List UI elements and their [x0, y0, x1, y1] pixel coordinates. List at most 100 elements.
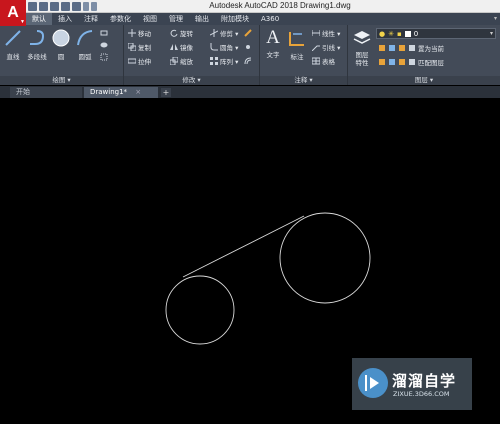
leader-label: 引线 ▾: [322, 44, 341, 52]
table-icon: [312, 57, 320, 65]
tab-manage[interactable]: 管理: [163, 13, 189, 25]
make-current-button[interactable]: 置为当前: [418, 43, 444, 53]
rectangle-icon: [100, 30, 108, 36]
fillet-label: 圆角 ▾: [220, 44, 239, 52]
pencil-icon: [244, 29, 252, 37]
tab-addins[interactable]: 附加模块: [215, 13, 255, 25]
leader-button[interactable]: 引线 ▾: [312, 42, 340, 52]
linear-button[interactable]: 线性 ▾: [312, 28, 340, 38]
polyline-button[interactable]: 多段线: [26, 28, 48, 61]
tab-default[interactable]: 默认: [26, 13, 52, 25]
layer-isolate-icon[interactable]: [388, 44, 396, 52]
line-button[interactable]: 直线: [2, 28, 24, 61]
circle-label: 圆: [57, 53, 65, 61]
scale-label: 缩放: [180, 58, 193, 66]
application-menu-button[interactable]: A ▼: [0, 0, 26, 26]
tab-a360[interactable]: A360: [255, 13, 285, 25]
line-label: 直线: [6, 53, 20, 61]
layers-icon: [353, 31, 371, 44]
offset-button[interactable]: [244, 56, 252, 66]
trim-button[interactable]: 修剪 ▾: [210, 28, 238, 38]
dimension-button[interactable]: 标注: [286, 28, 308, 61]
hatch-icon: [100, 42, 108, 48]
file-tab-bar: 开始 Drawing1* × +: [0, 86, 500, 98]
panel-layers: 图层 特性 ● ✳ ▪ 0 ▾ 置为当前 匹配图层 图层 ▾: [348, 25, 500, 85]
mirror-label: 镜像: [180, 44, 193, 52]
file-tab-start-label: 开始: [16, 88, 30, 96]
rotate-icon: [170, 29, 178, 37]
tab-parametric[interactable]: 参数化: [104, 13, 137, 25]
move-button[interactable]: 移动: [128, 28, 151, 38]
tab-insert[interactable]: 插入: [52, 13, 78, 25]
layer-unisolate-icon[interactable]: [388, 58, 396, 66]
arc-label: 圆弧: [78, 53, 92, 61]
ribbon-options-icon[interactable]: ▾: [494, 15, 497, 22]
watermark-subtitle: ZIXUE.3D66.COM: [393, 390, 450, 398]
fillet-icon: [210, 43, 218, 51]
panel-draw: 直线 多段线 圆 圆弧 绘图 ▾: [0, 25, 124, 85]
panel-annotation: A 文字 标注 线性 ▾ 引线 ▾ 表格 注释 ▾: [260, 25, 348, 85]
fillet-button[interactable]: 圆角 ▾: [210, 42, 238, 52]
table-label: 表格: [322, 58, 335, 66]
linear-dimension-icon: [312, 30, 320, 36]
layer-unlock-icon[interactable]: [408, 58, 416, 66]
layer-tools-row-2: 匹配图层: [378, 57, 444, 67]
circle-button[interactable]: 圆: [50, 28, 72, 61]
layer-on-icon[interactable]: [378, 58, 386, 66]
small-circle[interactable]: [165, 275, 235, 345]
dimension-label: 标注: [290, 53, 304, 61]
offset-icon: [244, 57, 252, 65]
explode-button[interactable]: [244, 42, 252, 52]
trim-icon: [210, 29, 218, 37]
tangent-line[interactable]: [182, 215, 305, 278]
large-circle[interactable]: [279, 212, 371, 304]
window-title: Autodesk AutoCAD 2018 Drawing1.dwg: [209, 1, 351, 10]
copy-label: 复制: [138, 44, 151, 52]
tab-output[interactable]: 输出: [189, 13, 215, 25]
draw-panel-title[interactable]: 绘图 ▾: [0, 76, 123, 85]
text-icon: A: [266, 27, 280, 48]
file-tab-start[interactable]: 开始: [10, 87, 82, 98]
app-logo-letter: A: [7, 4, 19, 21]
layer-freeze-icon[interactable]: [398, 44, 406, 52]
table-button[interactable]: 表格: [312, 56, 335, 66]
hatch-button[interactable]: [100, 40, 108, 50]
new-tab-button[interactable]: +: [161, 88, 171, 97]
trim-label: 修剪 ▾: [220, 30, 239, 38]
match-layer-button[interactable]: 匹配图层: [418, 57, 444, 67]
panel-modify: 移动 旋转 修剪 ▾ 复制 镜像 圆角 ▾ 拉伸 缩放 阵列 ▾ 修改 ▾: [124, 25, 260, 85]
modify-panel-title[interactable]: 修改 ▾: [124, 76, 259, 85]
layer-dropdown[interactable]: ● ✳ ▪ 0 ▾: [376, 28, 496, 39]
polyline-label: 多段线: [27, 53, 47, 61]
tab-annotate[interactable]: 注释: [78, 13, 104, 25]
layer-thaw-icon[interactable]: [398, 58, 406, 66]
array-button[interactable]: 阵列 ▾: [210, 56, 238, 66]
rotate-button[interactable]: 旋转: [170, 28, 193, 38]
layers-panel-title[interactable]: 图层 ▾: [348, 76, 500, 85]
rectangle-button[interactable]: [100, 28, 108, 38]
file-tab-drawing1[interactable]: Drawing1* ×: [84, 87, 158, 98]
polyline-icon: [30, 30, 45, 45]
copy-button[interactable]: 复制: [128, 42, 151, 52]
chevron-down-icon: ▾: [489, 30, 493, 37]
layer-off-icon[interactable]: [378, 44, 386, 52]
array-icon: [210, 57, 218, 65]
scale-button[interactable]: 缩放: [170, 56, 193, 66]
sun-icon: ✳: [388, 29, 394, 38]
stretch-button[interactable]: 拉伸: [128, 56, 151, 66]
text-button[interactable]: A 文字: [262, 27, 284, 60]
tab-view[interactable]: 视图: [137, 13, 163, 25]
light-bulb-icon: ●: [379, 29, 386, 38]
circle-icon: [52, 29, 70, 47]
explode-icon: [246, 45, 250, 49]
mirror-button[interactable]: 镜像: [170, 42, 193, 52]
region-button[interactable]: [100, 52, 108, 62]
annotation-panel-title[interactable]: 注释 ▾: [260, 76, 347, 85]
arc-button[interactable]: 圆弧: [74, 28, 96, 61]
play-logo-icon: [358, 368, 388, 398]
erase-button[interactable]: [244, 28, 252, 38]
close-icon[interactable]: ×: [135, 88, 141, 96]
move-icon: [128, 29, 136, 37]
layer-properties-button[interactable]: 图层 特性: [351, 28, 373, 67]
layer-lock-icon[interactable]: [408, 44, 416, 52]
